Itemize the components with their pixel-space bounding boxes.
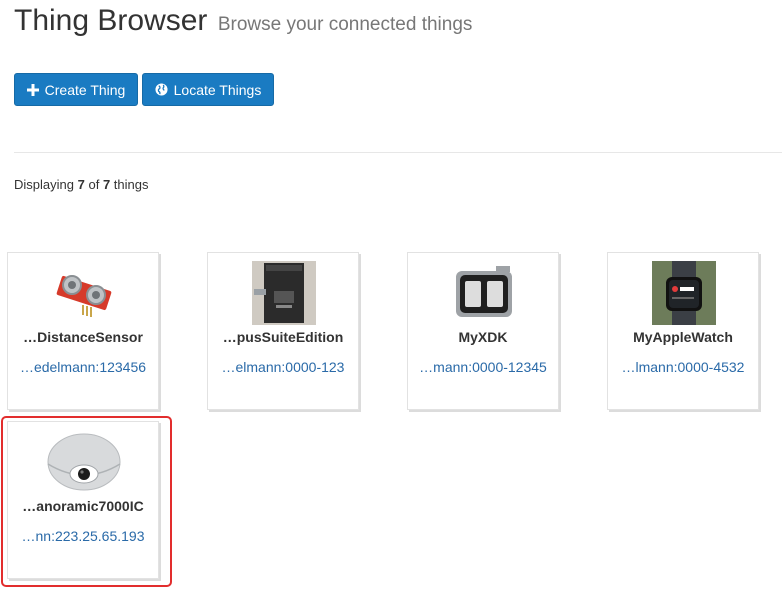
thing-card[interactable]: MyAppleWatch …lmann:0000-4532 <box>607 252 759 410</box>
circuit-board-image <box>252 261 316 325</box>
locate-things-label: Locate Things <box>173 81 262 98</box>
thing-name: MyAppleWatch <box>633 329 733 345</box>
thing-card[interactable]: MyXDK …mann:0000-12345 <box>407 252 559 410</box>
thing-card[interactable]: …DistanceSensor …edelmann:123456 <box>7 252 159 410</box>
thing-id-link[interactable]: …nn:223.25.65.193 <box>8 528 158 544</box>
xdk-device-image <box>452 261 516 325</box>
results-count: Displaying 7 of 7 things <box>14 177 149 192</box>
globe-icon <box>155 83 168 96</box>
thing-card-selected[interactable]: …anoramic7000IC …nn:223.25.65.193 <box>7 421 159 579</box>
panoramic-camera-image <box>46 430 122 494</box>
page-header: Thing Browser Browse your connected thin… <box>14 4 472 38</box>
total-count: 7 <box>102 177 111 192</box>
thing-name: …pusSuiteEdition <box>222 329 344 345</box>
thing-card[interactable]: …pusSuiteEdition …elmann:0000-123 <box>207 252 359 410</box>
divider <box>14 152 782 153</box>
thing-id-link[interactable]: …lmann:0000-4532 <box>608 359 758 375</box>
page-title: Thing Browser <box>14 4 208 37</box>
locate-things-button[interactable]: Locate Things <box>142 73 274 106</box>
create-thing-label: Create Thing <box>44 81 126 98</box>
plus-icon <box>26 83 39 96</box>
thing-id-link[interactable]: …mann:0000-12345 <box>408 359 558 375</box>
distance-sensor-image <box>52 261 116 325</box>
thing-id-link[interactable]: …elmann:0000-123 <box>208 359 358 375</box>
create-thing-button[interactable]: Create Thing <box>14 73 138 106</box>
thing-name: MyXDK <box>458 329 508 345</box>
thing-name: …anoramic7000IC <box>22 498 144 514</box>
smartwatch-image <box>652 261 716 325</box>
thing-name: …DistanceSensor <box>23 329 143 345</box>
shown-count: 7 <box>77 177 85 192</box>
page-subtitle: Browse your connected things <box>217 14 473 35</box>
thing-id-link[interactable]: …edelmann:123456 <box>8 359 158 375</box>
